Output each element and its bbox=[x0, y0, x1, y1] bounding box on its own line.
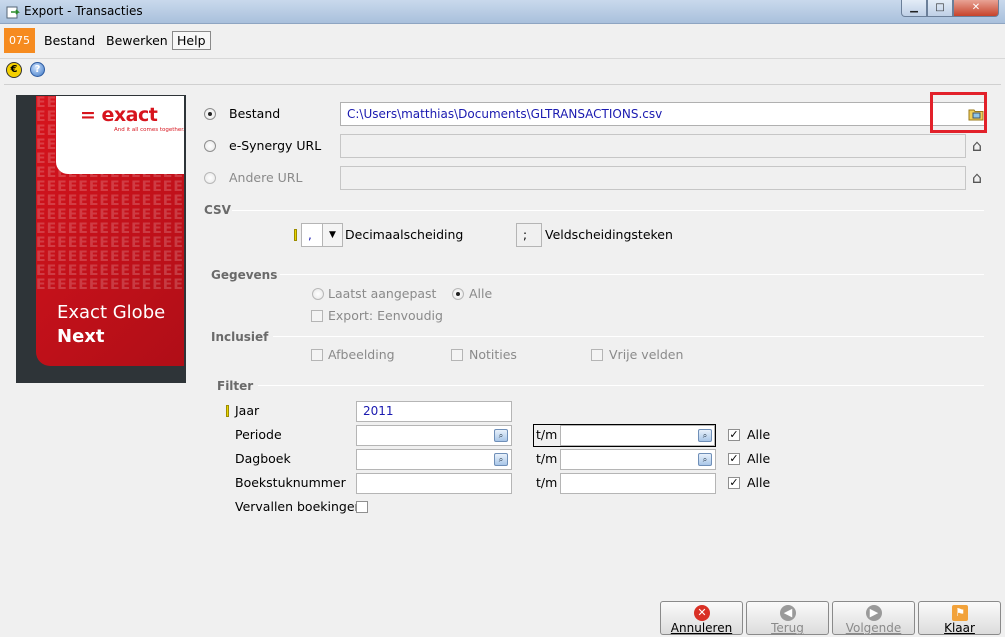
esynergy-url-field bbox=[340, 134, 966, 158]
cancel-icon: ✕ bbox=[694, 605, 710, 621]
jaar-input[interactable]: 2011 bbox=[356, 401, 512, 422]
section-csv: CSV bbox=[204, 203, 231, 217]
boekstuk-from-input[interactable] bbox=[356, 473, 512, 494]
andere-url-label: Andere URL bbox=[229, 170, 303, 185]
radio-andere-url bbox=[204, 172, 216, 184]
boekstuk-to-input[interactable] bbox=[560, 473, 716, 494]
dagboek-to-input[interactable] bbox=[560, 449, 716, 470]
back-arrow-icon: ◀ bbox=[780, 605, 796, 621]
radio-bestand[interactable] bbox=[204, 108, 216, 120]
afbeelding-label: Afbeelding bbox=[328, 347, 395, 362]
vrije-velden-label: Vrije velden bbox=[609, 347, 684, 362]
jaar-label: Jaar bbox=[235, 403, 260, 418]
volgende-label: Volgende bbox=[845, 621, 902, 635]
tm-label: t/m bbox=[536, 451, 558, 466]
periode-to-input[interactable] bbox=[560, 425, 715, 446]
terug-button: ◀ Terug bbox=[746, 601, 829, 635]
lookup-icon[interactable]: ⌕ bbox=[698, 453, 712, 466]
brand-product-line1: Exact Globe bbox=[57, 302, 166, 323]
lookup-icon[interactable]: ⌕ bbox=[494, 453, 508, 466]
volgende-button: ▶ Volgende bbox=[832, 601, 915, 635]
required-marker bbox=[294, 229, 297, 241]
minimize-button[interactable]: ▁ bbox=[901, 0, 927, 17]
lookup-icon[interactable]: ⌕ bbox=[698, 429, 712, 442]
section-divider bbox=[232, 210, 984, 211]
boekstuk-alle-label: Alle bbox=[747, 475, 771, 490]
brand-tagline: And it all comes together. bbox=[114, 127, 185, 133]
klaar-button[interactable]: ⚑ Klaar bbox=[918, 601, 1001, 635]
section-divider bbox=[280, 274, 984, 275]
section-filter: Filter bbox=[217, 379, 254, 393]
esynergy-label: e-Synergy URL bbox=[229, 138, 322, 153]
dagboek-label: Dagboek bbox=[235, 451, 291, 466]
notities-checkbox bbox=[451, 349, 463, 361]
tm-label: t/m bbox=[536, 475, 558, 490]
notities-label: Notities bbox=[469, 347, 517, 362]
laatst-aangepast-label: Laatst aangepast bbox=[328, 286, 437, 301]
required-marker bbox=[226, 405, 229, 417]
dagboek-alle-checkbox[interactable]: ✓ bbox=[728, 453, 740, 465]
terug-label: Terug bbox=[771, 621, 804, 635]
finish-flag-icon: ⚑ bbox=[952, 605, 968, 621]
tm-label: t/m bbox=[536, 427, 558, 442]
andere-url-field bbox=[340, 166, 966, 190]
radio-esynergy[interactable] bbox=[204, 140, 216, 152]
menu-bewerken[interactable]: Bewerken bbox=[102, 31, 172, 51]
boekstuk-label: Boekstuknummer bbox=[235, 475, 346, 490]
radio-laatst-aangepast bbox=[312, 288, 324, 300]
vervallen-label: Vervallen boekingen bbox=[235, 499, 363, 514]
section-inclusief: Inclusief bbox=[211, 330, 269, 344]
section-divider bbox=[273, 336, 984, 337]
home-icon-2[interactable]: ⌂ bbox=[968, 169, 986, 187]
menu-bestand[interactable]: Bestand bbox=[40, 31, 99, 51]
bestand-path-field[interactable]: C:\Users\matthias\Documents\GLTRANSACTIO… bbox=[340, 102, 986, 126]
decimal-value: , bbox=[308, 228, 312, 242]
separator-label: Veldscheidingsteken bbox=[545, 227, 673, 242]
section-gegevens: Gegevens bbox=[211, 268, 278, 282]
export-app-icon bbox=[6, 5, 20, 19]
vrije-velden-checkbox bbox=[591, 349, 603, 361]
help-icon[interactable]: ? bbox=[30, 62, 45, 77]
periode-alle-checkbox[interactable]: ✓ bbox=[728, 429, 740, 441]
section-divider bbox=[258, 385, 984, 386]
alle-label: Alle bbox=[469, 286, 493, 301]
brand-product-line2: Next bbox=[57, 326, 105, 347]
periode-alle-label: Alle bbox=[747, 427, 771, 442]
lookup-icon[interactable]: ⌕ bbox=[494, 429, 508, 442]
maximize-button[interactable]: □ bbox=[927, 0, 953, 17]
home-icon[interactable]: ⌂ bbox=[968, 137, 986, 155]
periode-label: Periode bbox=[235, 427, 282, 442]
klaar-label: Klaar bbox=[944, 621, 975, 635]
highlight-box bbox=[930, 92, 987, 133]
afbeelding-checkbox bbox=[311, 349, 323, 361]
title-bar bbox=[0, 0, 1005, 24]
bestand-label: Bestand bbox=[229, 106, 281, 121]
periode-from-input[interactable] bbox=[356, 425, 512, 446]
menu-help[interactable]: Help bbox=[172, 31, 211, 50]
window-title: Export - Transacties bbox=[24, 4, 143, 18]
vervallen-checkbox[interactable] bbox=[356, 501, 368, 513]
toolbar bbox=[0, 58, 1005, 82]
chevron-down-icon[interactable]: ▼ bbox=[322, 224, 342, 246]
euro-icon[interactable]: € bbox=[6, 62, 22, 78]
export-simple-label: Export: Eenvoudig bbox=[328, 308, 443, 323]
forward-arrow-icon: ▶ bbox=[866, 605, 882, 621]
separator-field[interactable]: ; bbox=[516, 223, 542, 247]
export-simple-checkbox bbox=[311, 310, 323, 322]
boekstuk-alle-checkbox[interactable]: ✓ bbox=[728, 477, 740, 489]
annuleren-button[interactable]: ✕ Annuleren bbox=[660, 601, 743, 635]
app-code-badge: 075 bbox=[4, 28, 35, 53]
radio-alle bbox=[452, 288, 464, 300]
close-button[interactable]: ✕ bbox=[953, 0, 999, 17]
annuleren-label: Annuleren bbox=[670, 621, 733, 635]
dagboek-from-input[interactable] bbox=[356, 449, 512, 470]
decimal-label: Decimaalscheiding bbox=[345, 227, 464, 242]
exact-logo: = exact bbox=[80, 104, 158, 126]
dagboek-alle-label: Alle bbox=[747, 451, 771, 466]
